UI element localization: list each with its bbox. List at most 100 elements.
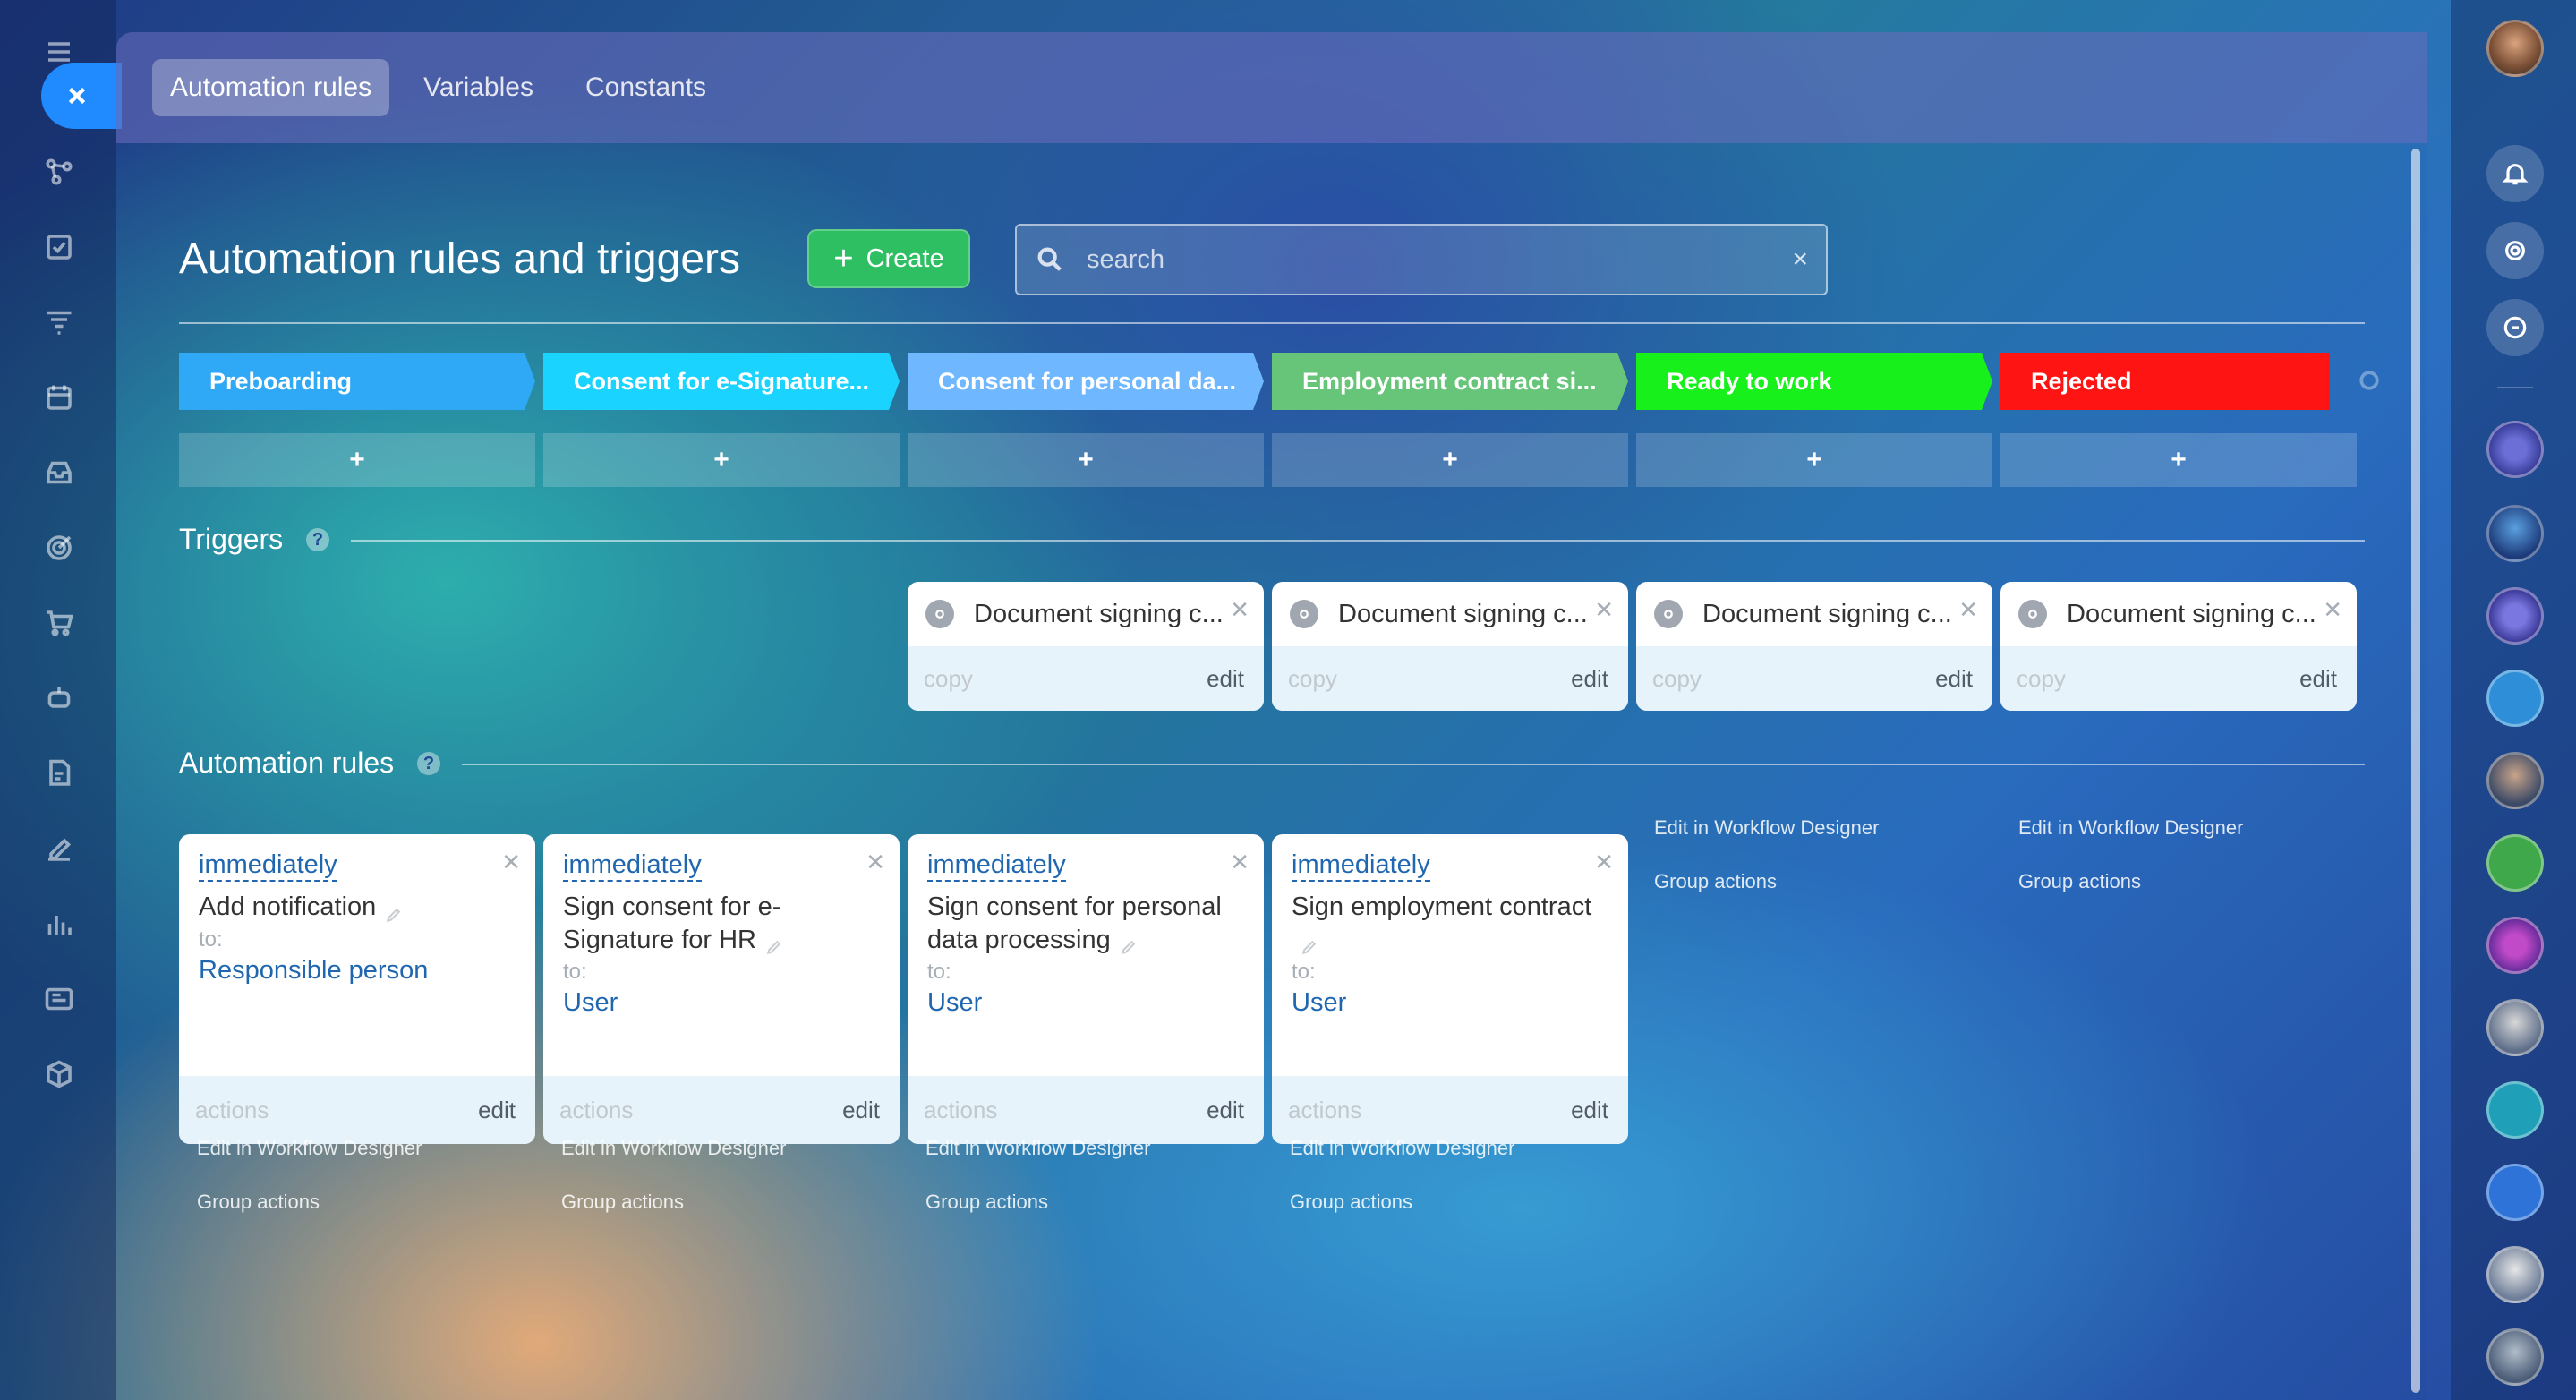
group-actions-link[interactable]: Group actions (1290, 1191, 1412, 1214)
edit-link[interactable]: edit (2299, 665, 2337, 693)
flow-icon[interactable] (39, 152, 79, 192)
group-actions-link[interactable]: Group actions (925, 1191, 1048, 1214)
delete-trigger-icon[interactable]: ✕ (2323, 596, 2342, 624)
triggers-help-icon[interactable]: ? (306, 528, 329, 551)
delete-trigger-icon[interactable]: ✕ (1230, 596, 1250, 624)
document-edit-icon[interactable] (39, 754, 79, 793)
group-actions-link[interactable]: Group actions (561, 1191, 684, 1214)
stage-header[interactable]: Employment contract si... (1272, 353, 1628, 410)
rule-timing-link[interactable]: immediately (927, 850, 1066, 883)
pencil-icon[interactable] (765, 932, 783, 955)
edit-link[interactable]: edit (1571, 1097, 1608, 1124)
recipient-link[interactable]: User (1292, 988, 1608, 1018)
inbox-icon[interactable] (39, 453, 79, 492)
pencil-icon[interactable] (1301, 932, 1318, 955)
chat-avatar[interactable] (2486, 421, 2544, 478)
copy-link[interactable]: copy (1652, 665, 1702, 693)
edit-in-designer-link[interactable]: Edit in Workflow Designer (925, 1137, 1150, 1160)
tab-automation-rules[interactable]: Automation rules (152, 59, 390, 116)
recipient-link[interactable]: User (927, 988, 1244, 1018)
trigger-card[interactable]: Document signing c... ✕ copy edit (2000, 582, 2357, 711)
chat-avatar[interactable] (2486, 834, 2544, 892)
edit-link[interactable]: edit (842, 1097, 880, 1124)
chat-avatar[interactable] (2486, 505, 2544, 562)
news-icon[interactable] (39, 979, 79, 1019)
trigger-card[interactable]: Document signing c... ✕ copy edit (1272, 582, 1628, 711)
create-button[interactable]: + Create (807, 229, 970, 288)
chat-avatar[interactable] (2486, 1328, 2544, 1386)
robot-icon[interactable] (39, 679, 79, 718)
user-avatar[interactable] (2486, 20, 2544, 77)
calendar-icon[interactable] (39, 378, 79, 417)
copy-link[interactable]: copy (1288, 665, 1337, 693)
copy-link[interactable]: copy (2017, 665, 2066, 693)
close-button[interactable] (41, 63, 122, 129)
rule-timing-link[interactable]: immediately (199, 850, 337, 883)
chat-avatar[interactable] (2486, 587, 2544, 645)
chat-avatar[interactable] (2486, 999, 2544, 1056)
clear-search-icon[interactable]: × (1792, 244, 1808, 275)
pencil-icon[interactable] (385, 900, 403, 922)
bell-icon[interactable] (2486, 145, 2544, 202)
edit-in-designer-link[interactable]: Edit in Workflow Designer (1654, 816, 1879, 840)
chat-avatar[interactable] (2486, 1164, 2544, 1221)
trigger-card[interactable]: Document signing c... ✕ copy edit (1636, 582, 1992, 711)
chat-avatar[interactable] (2486, 670, 2544, 727)
group-actions-link[interactable]: Group actions (2018, 870, 2141, 893)
stage-header[interactable]: Rejected (2000, 353, 2330, 410)
search-input[interactable] (1087, 244, 1793, 275)
recipient-link[interactable]: Responsible person (199, 956, 516, 986)
rule-card[interactable]: ✕ immediately Sign employment contract t… (1272, 834, 1628, 1144)
actions-link[interactable]: actions (1288, 1097, 1361, 1124)
add-rule-button[interactable]: + (2000, 433, 2357, 487)
stage-settings-icon[interactable] (2356, 367, 2383, 394)
add-rule-button[interactable]: + (543, 433, 900, 487)
edit-in-designer-link[interactable]: Edit in Workflow Designer (561, 1137, 786, 1160)
recipient-link[interactable]: User (563, 988, 880, 1018)
trigger-card[interactable]: Document signing c... ✕ copy edit (908, 582, 1264, 711)
stage-header[interactable]: Consent for e-Signature... (543, 353, 900, 410)
actions-link[interactable]: actions (195, 1097, 269, 1124)
pencil-icon[interactable] (1120, 932, 1138, 955)
edit-link[interactable]: edit (478, 1097, 516, 1124)
delete-rule-icon[interactable]: ✕ (866, 849, 885, 876)
signature-icon[interactable] (39, 829, 79, 868)
cube-icon[interactable] (39, 1054, 79, 1094)
cart-icon[interactable] (39, 603, 79, 643)
actions-link[interactable]: actions (559, 1097, 633, 1124)
rule-card[interactable]: ✕ immediately Sign consent for personal … (908, 834, 1264, 1144)
actions-link[interactable]: actions (924, 1097, 997, 1124)
stage-header[interactable]: Ready to work (1636, 353, 1992, 410)
chat-avatar[interactable] (2486, 1081, 2544, 1139)
copy-link[interactable]: copy (924, 665, 973, 693)
edit-link[interactable]: edit (1207, 1097, 1244, 1124)
stage-header[interactable]: Consent for personal da... (908, 353, 1264, 410)
chat-search-icon[interactable] (2486, 299, 2544, 356)
edit-link[interactable]: edit (1207, 665, 1244, 693)
chat-avatar[interactable] (2486, 1246, 2544, 1303)
edit-link[interactable]: edit (1935, 665, 1973, 693)
rules-help-icon[interactable]: ? (417, 752, 440, 775)
chart-icon[interactable] (39, 904, 79, 943)
copilot-icon[interactable] (2486, 222, 2544, 279)
chat-avatar[interactable] (2486, 752, 2544, 809)
delete-rule-icon[interactable]: ✕ (1230, 849, 1250, 876)
delete-trigger-icon[interactable]: ✕ (1958, 596, 1978, 624)
delete-rule-icon[interactable]: ✕ (501, 849, 521, 876)
target-icon[interactable] (39, 528, 79, 568)
rule-card[interactable]: ✕ immediately Sign consent for e-Signatu… (543, 834, 900, 1144)
tab-constants[interactable]: Constants (567, 59, 724, 116)
add-rule-button[interactable]: + (179, 433, 535, 487)
scrollbar[interactable] (2411, 149, 2420, 1393)
stage-header[interactable]: Preboarding (179, 353, 535, 410)
rule-timing-link[interactable]: immediately (563, 850, 702, 883)
edit-in-designer-link[interactable]: Edit in Workflow Designer (1290, 1137, 1514, 1160)
add-rule-button[interactable]: + (1272, 433, 1628, 487)
edit-in-designer-link[interactable]: Edit in Workflow Designer (2018, 816, 2243, 840)
delete-trigger-icon[interactable]: ✕ (1594, 596, 1614, 624)
group-actions-link[interactable]: Group actions (197, 1191, 320, 1214)
rule-card[interactable]: ✕ immediately Add notification to: Respo… (179, 834, 535, 1144)
add-rule-button[interactable]: + (908, 433, 1264, 487)
tab-variables[interactable]: Variables (405, 59, 551, 116)
edit-link[interactable]: edit (1571, 665, 1608, 693)
